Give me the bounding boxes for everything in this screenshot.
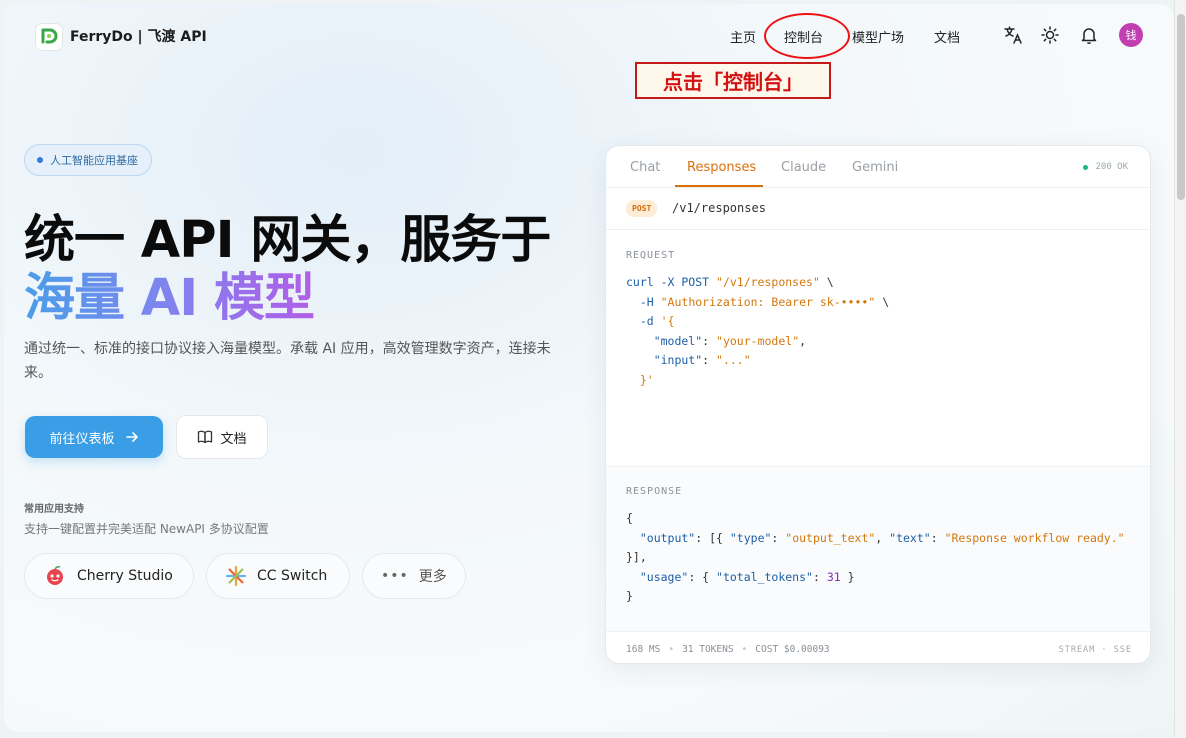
cost-metric: COST $0.00093 xyxy=(755,644,830,655)
app-label: 更多 xyxy=(418,569,447,585)
status-text: 200 OK xyxy=(1095,162,1128,172)
cherry-icon xyxy=(47,565,63,585)
api-example-card: Chat Responses Claude Gemini 200 OK POST… xyxy=(605,145,1151,664)
apps-title: 常用应用支持 xyxy=(24,504,84,515)
bell-icon[interactable] xyxy=(1078,24,1100,46)
badge-dot-icon xyxy=(37,157,43,163)
status-badge: 200 OK xyxy=(1083,162,1128,172)
sun-icon[interactable] xyxy=(1039,24,1061,46)
separator-dot: • xyxy=(741,644,748,655)
avatar[interactable]: 钱 xyxy=(1119,23,1143,47)
separator-dot: • xyxy=(668,644,675,655)
tab-chat[interactable]: Chat xyxy=(630,160,660,175)
tab-responses[interactable]: Responses xyxy=(687,160,756,175)
highlight-ellipse xyxy=(764,13,850,59)
go-dashboard-label: 前往仪表板 xyxy=(49,431,115,447)
annotation-callout: 点击「控制台」 xyxy=(635,62,831,99)
scrollbar-thumb[interactable] xyxy=(1177,14,1185,200)
apps-subtitle: 支持一键配置并完美适配 NewAPI 多协议配置 xyxy=(24,522,269,536)
hero-description: 通过统一、标准的接口协议接入海量模型。承载 AI 应用，高效管理数字资产，连接未… xyxy=(24,341,551,381)
arrow-right-icon xyxy=(125,432,138,442)
section-divider xyxy=(606,466,1150,467)
response-code: { "output": [{ "type": "output_text", "t… xyxy=(626,511,1125,603)
app-window: FerryDo | 飞渡 API 主页 控制台 模型广场 文档 钱 点击「控制台… xyxy=(4,4,1174,732)
endpoint-row: POST /v1/responses xyxy=(606,188,1150,230)
status-dot-icon xyxy=(1083,164,1089,170)
translate-icon[interactable] xyxy=(1002,24,1024,46)
card-footer: 168 MS • 31 TOKENS • COST $0.00093 STREA… xyxy=(606,631,1150,663)
protocol-tabs: Chat Responses Claude Gemini 200 OK xyxy=(606,146,1150,188)
docs-button[interactable]: 文档 xyxy=(176,415,268,459)
tokens-metric: 31 TOKENS xyxy=(682,644,734,655)
brand-name[interactable]: FerryDo | 飞渡 API xyxy=(70,26,207,46)
go-dashboard-button[interactable]: 前往仪表板 xyxy=(25,416,163,458)
logo-icon[interactable] xyxy=(35,23,63,51)
badge-label: 人工智能应用基座 xyxy=(50,154,138,167)
nav-home[interactable]: 主页 xyxy=(730,27,756,46)
hero-title-line2: 海量 AI 模型 xyxy=(24,256,315,330)
latency-metric: 168 MS xyxy=(626,644,661,655)
response-label: RESPONSE xyxy=(626,486,683,497)
endpoint-path: /v1/responses xyxy=(672,201,766,215)
metrics: 168 MS • 31 TOKENS • COST $0.00093 xyxy=(626,644,830,655)
nav-model-plaza[interactable]: 模型广场 xyxy=(852,27,904,46)
more-dots-icon: ••• xyxy=(381,568,409,584)
app-label: CC Switch xyxy=(257,568,328,584)
stream-mode: STREAM · SSE xyxy=(1058,645,1132,655)
active-tab-indicator xyxy=(675,185,763,187)
docs-button-label: 文档 xyxy=(220,431,247,447)
tab-claude[interactable]: Claude xyxy=(781,160,826,175)
app-cc-switch[interactable]: CC Switch xyxy=(206,553,350,599)
page-scrollbar[interactable] xyxy=(1174,0,1186,738)
hero-badge: 人工智能应用基座 xyxy=(24,144,152,176)
tab-gemini[interactable]: Gemini xyxy=(852,160,898,175)
app-more[interactable]: ••• 更多 xyxy=(362,553,466,599)
nav-docs[interactable]: 文档 xyxy=(934,27,960,46)
top-nav: FerryDo | 飞渡 API 主页 控制台 模型广场 文档 钱 点击「控制台… xyxy=(4,4,1174,99)
burst-icon xyxy=(225,565,247,587)
request-code: curl -X POST "/v1/responses" \ -H "Autho… xyxy=(626,275,890,387)
app-cherry-studio[interactable]: Cherry Studio xyxy=(24,553,194,599)
app-label: Cherry Studio xyxy=(77,568,173,584)
method-badge: POST xyxy=(626,200,658,217)
book-icon xyxy=(198,430,213,444)
request-label: REQUEST xyxy=(626,250,676,261)
